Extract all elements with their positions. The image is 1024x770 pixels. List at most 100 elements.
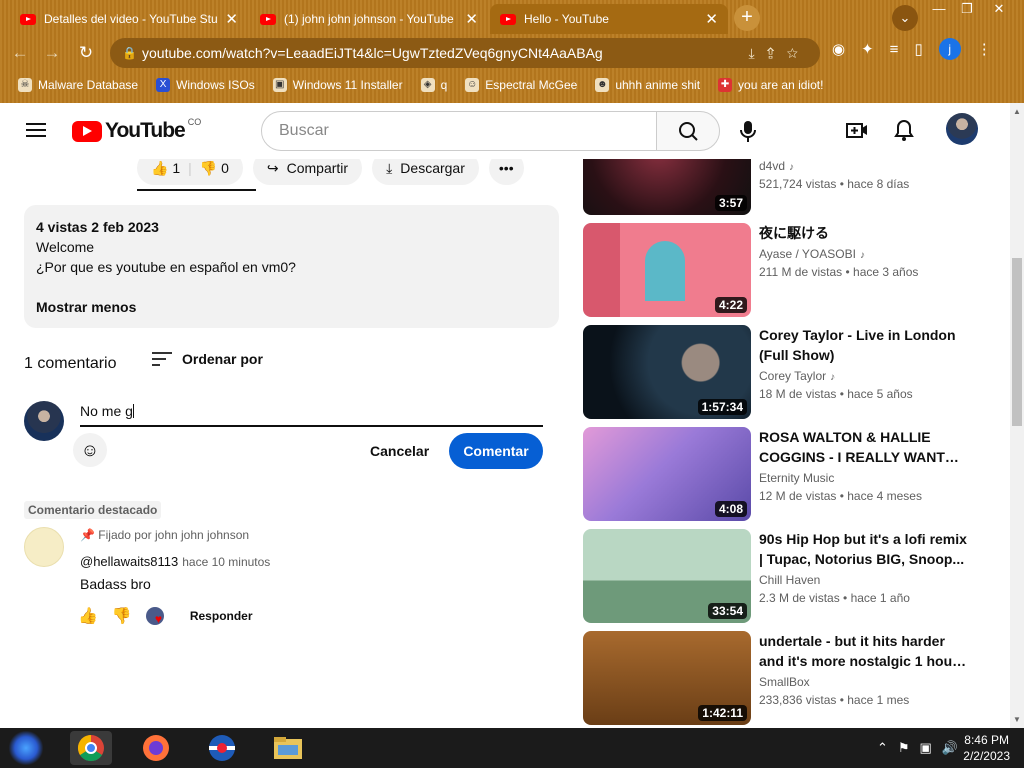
comment-button[interactable]: Comentar — [449, 433, 543, 469]
close-window-icon[interactable]: ✕ — [986, 1, 1012, 17]
tab-hello[interactable]: Hello - YouTube ✕ — [490, 4, 728, 34]
video-thumbnail[interactable]: 1:57:34 — [583, 325, 751, 419]
create-video-icon[interactable] — [844, 117, 870, 143]
address-bar[interactable]: 🔒 youtube.com/watch?v=LeaadEiJTt4&lc=Ugw… — [110, 38, 820, 68]
video-thumbnail[interactable]: 33:54 — [583, 529, 751, 623]
video-title[interactable]: undertale - but it hits harder and it's … — [759, 631, 969, 671]
video-title[interactable]: ROSA WALTON & HALLIE COGGINS - I REALLY … — [759, 427, 969, 467]
firefox-taskbar-button[interactable] — [138, 731, 174, 765]
chrome-taskbar-button[interactable] — [70, 731, 112, 765]
media-icon[interactable]: ≡ — [890, 41, 899, 58]
tab-channel[interactable]: (1) john john johnson - YouTube ✕ — [250, 4, 488, 34]
description-line: ¿Por que es youtube en español en vm0? — [36, 259, 296, 275]
account-avatar[interactable] — [946, 113, 978, 145]
forward-icon[interactable]: → — [40, 41, 64, 65]
comment-author[interactable]: @hellawaits8113 — [80, 554, 178, 569]
recommendation-item[interactable]: 1:42:11 undertale - but it hits harder a… — [583, 631, 983, 725]
bell-icon[interactable] — [891, 117, 917, 143]
video-meta: 18 M de vistas • hace 5 años — [759, 387, 913, 401]
side-panel-icon[interactable]: ▯ — [914, 40, 922, 58]
video-thumbnail[interactable]: 1:42:11 — [583, 631, 751, 725]
channel-name: d4vd ♪ — [759, 159, 795, 173]
show-less-button[interactable]: Mostrar menos — [36, 297, 547, 317]
tab-search-chevron-icon[interactable]: ⌄ — [892, 5, 918, 31]
dislike-button[interactable]: 👎 0 — [200, 160, 229, 177]
comment-input[interactable]: No me g — [80, 401, 543, 427]
reload-icon[interactable]: ↻ — [74, 41, 98, 65]
channel-name[interactable]: SmallBox — [759, 675, 969, 689]
search-button[interactable] — [656, 111, 720, 151]
channel-name[interactable]: Chill Haven — [759, 573, 969, 587]
channel-name[interactable]: Eternity Music — [759, 471, 969, 485]
more-actions-button[interactable]: ••• — [488, 159, 524, 185]
close-tab-icon[interactable]: ✕ — [705, 10, 718, 28]
profile-avatar[interactable]: j — [938, 38, 961, 60]
page-scrollbar[interactable]: ▲ ▼ — [1010, 103, 1024, 728]
like-button[interactable]: 👍 1 — [151, 160, 180, 177]
restore-icon[interactable]: ❐ — [954, 1, 980, 17]
youtube-favicon-icon — [260, 13, 276, 25]
commenter-avatar[interactable] — [24, 527, 64, 567]
new-tab-button[interactable]: + — [734, 5, 760, 31]
sort-by-button[interactable]: Ordenar por — [152, 351, 263, 367]
clock[interactable]: 8:46 PM 2/2/2023 — [963, 732, 1010, 764]
video-title[interactable]: Corey Taylor - Live in London (Full Show… — [759, 325, 969, 365]
file-explorer-taskbar-button[interactable] — [270, 731, 306, 765]
bookmark-item[interactable]: X Windows ISOs — [156, 78, 255, 92]
tab-title: Detalles del video - YouTube Studio — [44, 12, 218, 26]
bookmark-item[interactable]: ✚ you are an idiot! — [718, 78, 823, 92]
tray-expand-icon[interactable]: ⌃ — [877, 740, 888, 756]
video-thumbnail[interactable]: 4:22 — [583, 223, 751, 317]
recommendation-item[interactable]: 4:22 夜に駆ける Ayase / YOASOBI ♪ 211 M de vis… — [583, 223, 983, 317]
comment-time[interactable]: hace 10 minutos — [182, 555, 270, 569]
network-icon[interactable]: ▣ — [920, 740, 932, 756]
video-thumbnail[interactable]: 4:08 — [583, 427, 751, 521]
bookmark-item[interactable]: ☻ uhhh anime shit — [595, 78, 700, 92]
puzzle-icon[interactable]: ✦ — [861, 40, 874, 58]
download-button[interactable]: ⤓ Descargar — [372, 159, 479, 185]
recommendation-item[interactable]: 1:57:34 Corey Taylor - Live in London (F… — [583, 325, 983, 419]
recommendation-item[interactable]: 4:08 ROSA WALTON & HALLIE COGGINS - I RE… — [583, 427, 983, 521]
recommendation-item[interactable]: 33:54 90s Hip Hop but it's a lofi remix … — [583, 529, 983, 623]
reply-button[interactable]: Responder — [190, 609, 253, 623]
bookmark-item[interactable]: ▣ Windows 11 Installer — [272, 78, 403, 92]
video-meta: 521,724 vistas • hace 8 días — [759, 177, 910, 191]
minimize-icon[interactable]: — — [926, 1, 952, 17]
recommendation-item[interactable]: 3:57 d4vd ♪ 521,724 vistas • hace 8 días — [583, 159, 983, 215]
extension-avatar-icon[interactable]: ◉ — [832, 40, 845, 58]
microphone-icon[interactable] — [736, 118, 760, 144]
address-actions-icons[interactable]: ⤓⇪☆ — [748, 38, 810, 68]
video-thumbnail[interactable]: 3:57 — [583, 159, 751, 215]
app-taskbar-button[interactable] — [204, 731, 240, 765]
back-icon[interactable]: ← — [8, 41, 32, 65]
youtube-logo[interactable]: YouTube CO — [72, 117, 201, 143]
scrollbar-thumb[interactable] — [1012, 258, 1022, 426]
search-input[interactable]: Buscar — [261, 111, 657, 151]
video-actions: 👍 1 | 👎 0 ↪ Compartir ⤓ Descargar ••• — [137, 159, 524, 185]
start-button[interactable] — [8, 731, 44, 765]
scroll-down-icon[interactable]: ▼ — [1013, 715, 1021, 724]
volume-icon[interactable]: 🔊 — [942, 740, 958, 756]
flag-icon[interactable]: ⚑ — [898, 740, 910, 756]
video-meta: 211 M de vistas • hace 3 años — [759, 265, 919, 279]
cancel-button[interactable]: Cancelar — [356, 433, 443, 469]
emoji-icon[interactable]: ☺ — [73, 433, 107, 467]
close-tab-icon[interactable]: ✕ — [465, 10, 478, 28]
recommendations: 3:57 d4vd ♪ 521,724 vistas • hace 8 días … — [583, 159, 983, 728]
clock-date: 2/2/2023 — [963, 749, 1010, 763]
video-title[interactable]: 夜に駆ける — [759, 223, 969, 243]
description-box[interactable]: 4 vistas 2 feb 2023 Welcome ¿Por que es … — [24, 205, 559, 328]
tab-studio[interactable]: Detalles del video - YouTube Studio ✕ — [10, 4, 248, 34]
thumbs-down-icon[interactable]: 👎 — [112, 606, 132, 626]
close-tab-icon[interactable]: ✕ — [225, 10, 238, 28]
share-button[interactable]: ↪ Compartir — [252, 159, 363, 185]
menu-dots-icon[interactable]: ⋮ — [977, 40, 992, 58]
bookmark-item[interactable]: ☠ Malware Database — [18, 78, 138, 92]
hamburger-menu-icon[interactable] — [26, 123, 46, 137]
scroll-up-icon[interactable]: ▲ — [1013, 107, 1021, 116]
bookmark-item[interactable]: ◈ q — [420, 78, 447, 92]
thumbs-up-icon[interactable]: 👍 — [78, 606, 98, 626]
video-title[interactable]: 90s Hip Hop but it's a lofi remix | Tupa… — [759, 529, 969, 569]
bookmark-item[interactable]: ☺ Espectral McGee — [465, 78, 577, 92]
video-duration: 1:57:34 — [697, 399, 747, 415]
